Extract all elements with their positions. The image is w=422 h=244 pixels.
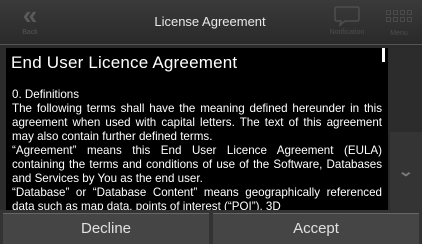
top-bar: « Back License Agreement Notification Me… <box>0 0 422 45</box>
notification-label: Notification <box>329 29 365 36</box>
document-paragraph: The following terms shall have the meani… <box>12 102 382 143</box>
scroll-controls: ⌄ <box>390 48 422 210</box>
grid-menu-icon <box>378 10 420 22</box>
menu-label: Menu <box>390 30 408 37</box>
scroll-down-button[interactable]: ⌄ <box>390 132 422 210</box>
back-label: Back <box>22 29 38 36</box>
document-paragraph: “Agreement” means this End User Licence … <box>12 144 382 185</box>
decline-button[interactable]: Decline <box>3 213 209 244</box>
back-button[interactable]: « Back <box>4 2 56 42</box>
chevron-down-icon: ⌄ <box>397 163 415 179</box>
document-paragraph: “Database” or “Database Content” means g… <box>12 186 382 210</box>
document-paragraph: 0. Definitions <box>12 88 80 101</box>
scroll-up-button[interactable] <box>390 48 422 130</box>
notification-button[interactable]: Notification <box>322 2 372 42</box>
document-heading: End User Licence Agreement <box>11 53 238 72</box>
document-body: 0. Definitions The following terms shall… <box>6 74 388 210</box>
page-title: License Agreement <box>154 14 266 29</box>
speech-bubble-icon <box>334 6 360 27</box>
menu-button[interactable]: Menu <box>378 2 420 42</box>
scrollbar-thumb[interactable] <box>382 48 385 62</box>
license-text-area[interactable]: End User Licence Agreement 0. Definition… <box>6 48 388 210</box>
accept-button[interactable]: Accept <box>213 213 419 244</box>
back-chevron-icon: « <box>22 0 38 30</box>
